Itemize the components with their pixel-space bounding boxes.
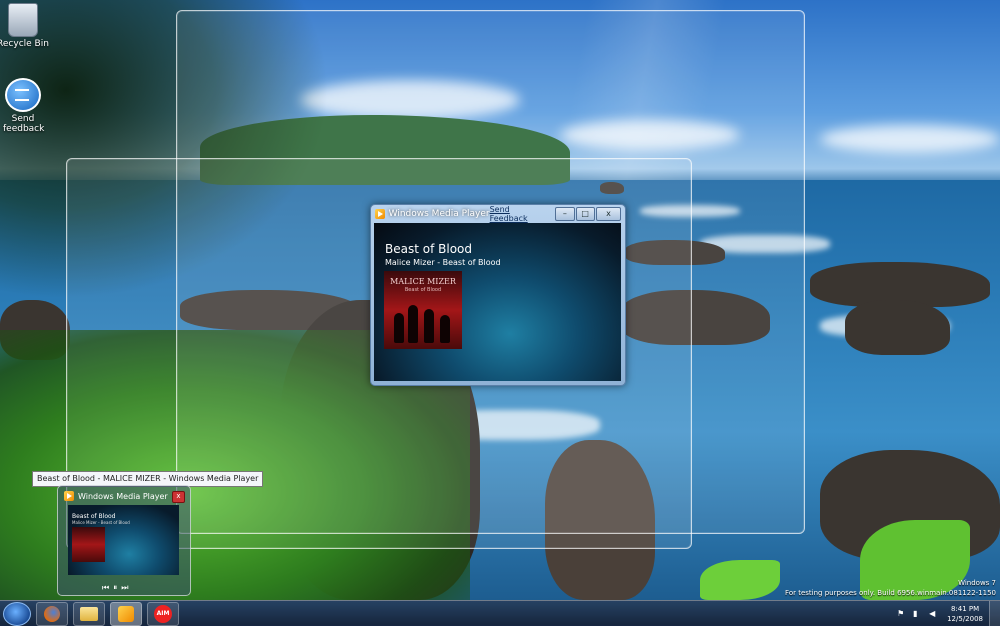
window-title: Windows Media Player: [388, 208, 490, 219]
taskbar-thumbnail[interactable]: Windows Media Player x Beast of Blood Ma…: [57, 485, 191, 596]
aim-icon: AIM: [154, 604, 172, 623]
taskbar-button-explorer[interactable]: [73, 601, 105, 626]
rock: [845, 300, 950, 355]
recycle-bin-icon: [8, 3, 38, 37]
album-art-subtitle: Beast of Blood: [404, 287, 442, 293]
thumbnail-preview[interactable]: Beast of Blood Malice Mizer - Beast of B…: [68, 505, 179, 575]
watermark-line-1: Windows 7: [958, 579, 996, 587]
thumbnail-album-art: [72, 527, 105, 562]
previous-track-button[interactable]: ⏮: [102, 583, 109, 593]
desktop-icon-label: Recycle Bin: [0, 39, 49, 49]
close-button[interactable]: x: [595, 206, 621, 221]
album-art: MALICE MIZER Beast of Blood: [384, 271, 462, 349]
clock-date: 12/5/2008: [947, 614, 983, 623]
maximize-button[interactable]: □: [575, 206, 595, 221]
minimize-button[interactable]: –: [555, 206, 575, 221]
thumbnail-close-button[interactable]: x: [172, 491, 185, 503]
cloud: [820, 125, 1000, 153]
clock[interactable]: 8:41 PM 12/5/2008: [947, 604, 983, 624]
album-figure: [394, 313, 404, 343]
start-button[interactable]: [3, 601, 31, 626]
show-desktop-button[interactable]: [989, 601, 1000, 626]
desktop-icon-recycle-bin[interactable]: Recycle Bin: [0, 3, 53, 49]
thumbnail-artist-album: Malice Mizer - Beast of Blood: [72, 520, 130, 525]
song-title: Beast of Blood: [385, 242, 472, 256]
thumbnail-title-text: Windows Media Player: [78, 491, 168, 501]
desktop-icon-send-feedback[interactable]: Send feedback: [0, 78, 53, 134]
flag-icon[interactable]: ⚑: [897, 609, 905, 619]
volume-icon[interactable]: ◀: [929, 609, 937, 619]
thumbnail-toolbar: ⏮ ⏸ ⏭: [102, 583, 128, 593]
build-watermark: Windows 7 For testing purposes only. Bui…: [785, 578, 996, 598]
next-track-button[interactable]: ⏭: [121, 583, 128, 593]
album-figure: [408, 305, 418, 343]
thumbnail-title: Windows Media Player: [64, 491, 168, 501]
folder-icon: [80, 606, 98, 621]
network-icon[interactable]: ▮: [913, 609, 921, 619]
album-art-title: MALICE MIZER: [390, 277, 456, 286]
taskbar-button-aim[interactable]: AIM: [147, 601, 179, 626]
media-player-icon: [118, 605, 134, 622]
media-player-window[interactable]: Windows Media Player Send Feedback – □ x…: [370, 204, 626, 386]
taskbar-button-media-player[interactable]: [110, 601, 142, 626]
thumbnail-song-title: Beast of Blood: [72, 513, 116, 520]
title-bar[interactable]: Windows Media Player Send Feedback – □ x: [371, 205, 625, 223]
leaf: [700, 560, 780, 600]
album-figure: [440, 315, 450, 343]
feedback-icon: [5, 78, 41, 112]
media-player-icon: [64, 491, 74, 501]
watermark-line-2: For testing purposes only. Build 6956.wi…: [785, 589, 996, 597]
album-figure: [424, 309, 434, 343]
pause-button[interactable]: ⏸: [113, 583, 117, 593]
taskbar: AIM ⚑ ▮ ◀ 8:41 PM 12/5/2008: [0, 600, 1000, 626]
now-playing-area[interactable]: Beast of Blood Malice Mizer - Beast of B…: [374, 223, 621, 381]
firefox-icon: [44, 605, 60, 622]
taskbar-button-firefox[interactable]: [36, 601, 68, 626]
desktop-icon-label: Send feedback: [3, 114, 45, 134]
artist-album: Malice Mizer - Beast of Blood: [385, 258, 501, 267]
notification-area: ⚑ ▮ ◀ 8:41 PM 12/5/2008: [893, 601, 1000, 626]
clock-time: 8:41 PM: [950, 604, 980, 613]
send-feedback-link[interactable]: Send Feedback: [490, 205, 549, 223]
media-player-icon: [375, 208, 385, 219]
